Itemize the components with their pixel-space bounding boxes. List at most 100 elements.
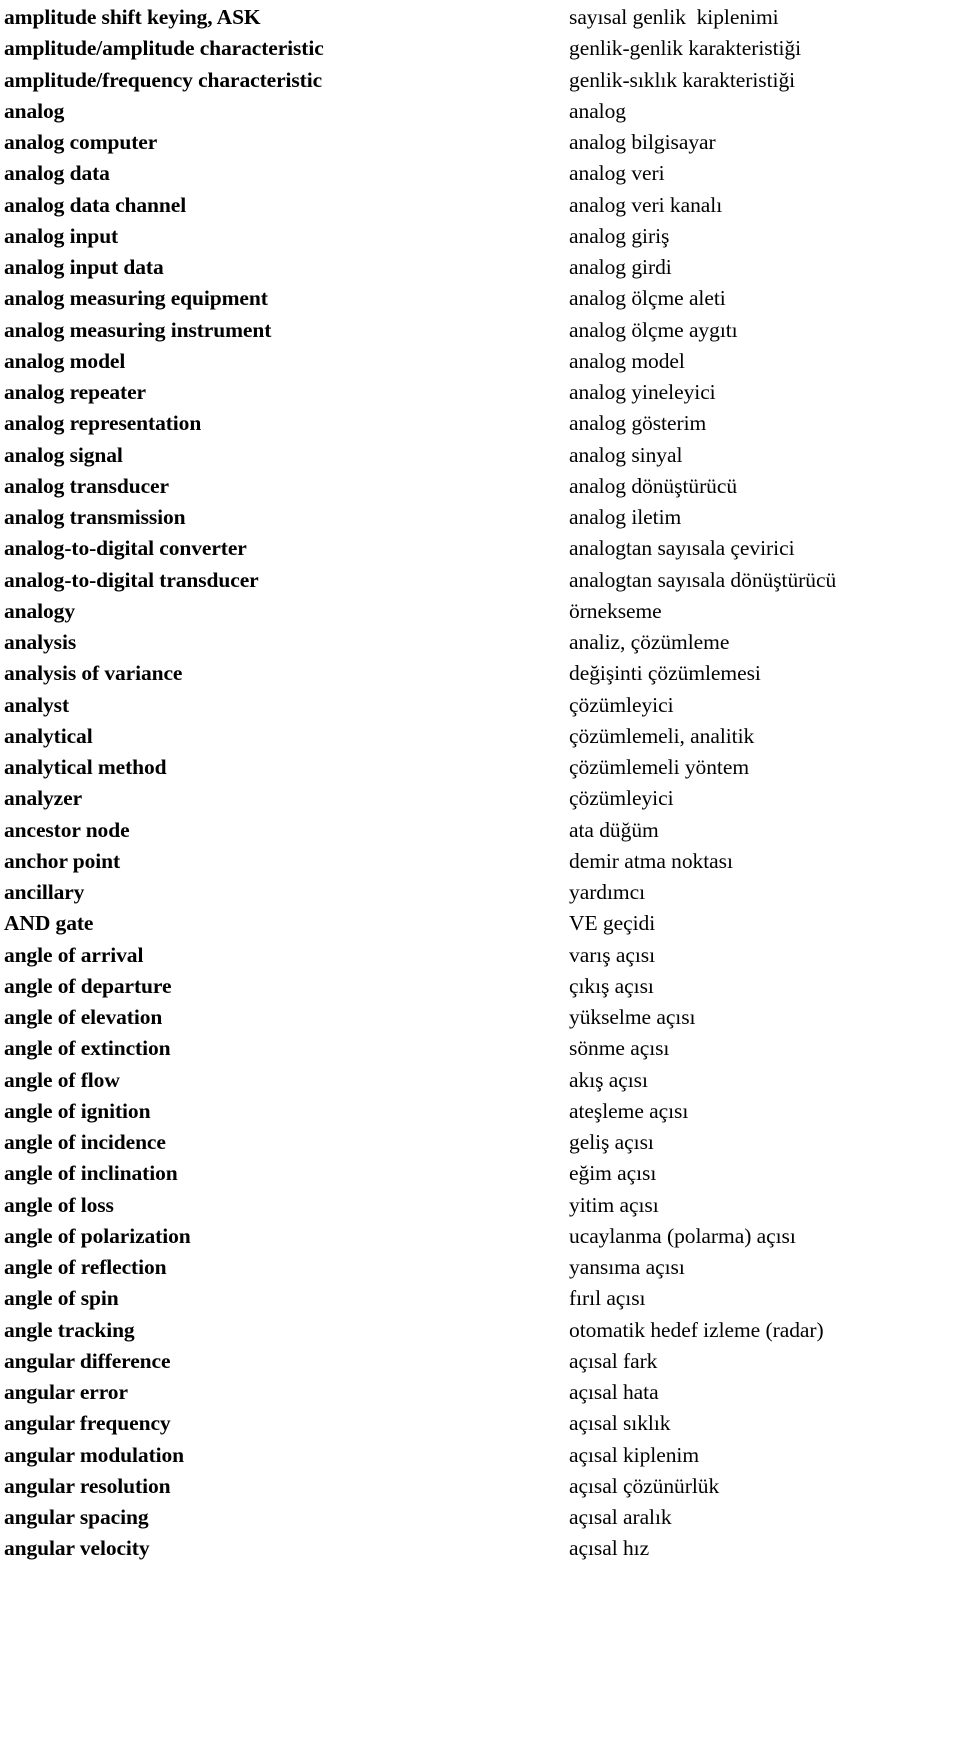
source-term-english: angular frequency xyxy=(4,1411,171,1436)
target-term-turkish: analiz, çözümleme xyxy=(569,630,730,654)
target-term-turkish: ucaylanma (polarma) açısı xyxy=(569,1223,796,1248)
target-term-turkish: çıkış açısı xyxy=(569,973,654,998)
source-term-english: angle of flow xyxy=(4,1067,120,1092)
glossary-page: amplitude shift keying, ASK sayısal genli… xyxy=(0,0,960,1762)
target-term-turkish: değişinti çözümlemesi xyxy=(569,661,761,686)
target-term-turkish: ata düğüm xyxy=(569,817,659,842)
source-term-english: analog data channel xyxy=(4,192,187,217)
target-term-turkish: yardımcı xyxy=(569,880,646,904)
glossary-row: analysis analiz, çözümleme xyxy=(0,627,960,658)
source-term-english: angular spacing xyxy=(4,1505,149,1529)
glossary-row: analog analog xyxy=(0,96,960,127)
glossary-row: analog representation analog gösterim xyxy=(0,408,960,439)
target-term-turkish: analog veri xyxy=(569,161,665,186)
target-term-turkish: akış açısı xyxy=(569,1067,648,1092)
source-term-english: analog-to-digital transducer xyxy=(4,567,259,592)
target-term-turkish: yitim açısı xyxy=(569,1192,659,1217)
target-term-turkish: açısal fark xyxy=(569,1348,658,1373)
source-term-english: analytical xyxy=(4,723,93,748)
target-term-turkish: VE geçidi xyxy=(569,911,656,936)
source-term-english: analog repeater xyxy=(4,380,146,404)
glossary-entry-list: amplitude shift keying, ASK sayısal genli… xyxy=(0,2,960,1565)
glossary-row: analogy örnekseme xyxy=(0,596,960,627)
target-term-turkish: geliş açısı xyxy=(569,1130,654,1154)
target-term-turkish: açısal hız xyxy=(569,1536,650,1561)
target-term-turkish: yansıma açısı xyxy=(569,1255,685,1279)
target-term-turkish: otomatik hedef izleme (radar) xyxy=(569,1317,824,1342)
glossary-row: analog transmission analog iletim xyxy=(0,502,960,533)
source-term-english: analog transducer xyxy=(4,473,169,498)
target-term-turkish: açısal aralık xyxy=(569,1505,672,1529)
glossary-row: analyzer çözümleyici xyxy=(0,783,960,814)
target-term-turkish: varış açısı xyxy=(569,942,656,967)
source-term-english: analog measuring equipment xyxy=(4,286,268,311)
target-term-turkish: açısal kiplenim xyxy=(569,1442,700,1467)
glossary-row: analog data channel analog veri kanalı xyxy=(0,190,960,221)
source-term-english: analytical method xyxy=(4,755,167,779)
glossary-row: analog measuring equipment analog ölçme a… xyxy=(0,283,960,314)
source-term-english: analog signal xyxy=(4,442,123,467)
target-term-turkish: analog ölçme aleti xyxy=(569,286,726,311)
source-term-english: analysis of variance xyxy=(4,661,183,686)
glossary-row: angle of reflection yansıma açısı xyxy=(0,1252,960,1283)
glossary-row: angle of loss yitim açısı xyxy=(0,1190,960,1221)
target-term-turkish: örnekseme xyxy=(569,598,662,623)
target-term-turkish: analog girdi xyxy=(569,255,672,279)
target-term-turkish: analog giriş xyxy=(569,223,670,248)
source-term-english: amplitude shift keying, ASK xyxy=(4,5,261,29)
target-term-turkish: çözümleyici xyxy=(569,786,674,811)
target-term-turkish: analogtan sayısala dönüştürücü xyxy=(569,567,837,592)
target-term-turkish: yükselme açısı xyxy=(569,1005,696,1029)
glossary-row: analog repeater analog yineleyici xyxy=(0,377,960,408)
glossary-row: angle of elevation yükselme açısı xyxy=(0,1002,960,1033)
target-term-turkish: fırıl açısı xyxy=(569,1286,646,1311)
glossary-row: AND gate VE geçidi xyxy=(0,908,960,939)
glossary-row: angle of ignition ateşleme açısı xyxy=(0,1096,960,1127)
glossary-row: analytical çözümlemeli, analitik xyxy=(0,721,960,752)
glossary-row: angular error açısal hata xyxy=(0,1377,960,1408)
source-term-english: analogy xyxy=(4,598,75,623)
target-term-turkish: analogtan sayısala çevirici xyxy=(569,536,795,561)
target-term-turkish: analog veri kanalı xyxy=(569,192,723,217)
source-term-english: angle of spin xyxy=(4,1286,119,1311)
glossary-row: angular difference açısal fark xyxy=(0,1346,960,1377)
glossary-row: angular resolution açısal çözünürlük xyxy=(0,1471,960,1502)
target-term-turkish: analog ölçme aygıtı xyxy=(569,317,738,342)
glossary-row: angle of arrival varış açısı xyxy=(0,940,960,971)
source-term-english: analog input xyxy=(4,223,119,248)
source-term-english: angular error xyxy=(4,1380,128,1404)
source-term-english: angle of inclination xyxy=(4,1161,178,1186)
target-term-turkish: çözümlemeli yöntem xyxy=(569,755,750,779)
source-term-english: angular velocity xyxy=(4,1536,150,1561)
glossary-row: angle of departure çıkış açısı xyxy=(0,971,960,1002)
glossary-row: analog data analog veri xyxy=(0,158,960,189)
target-term-turkish: ateşleme açısı xyxy=(569,1098,689,1123)
glossary-row: amplitude shift keying, ASK sayısal genli… xyxy=(0,2,960,33)
glossary-row: analyst çözümleyici xyxy=(0,690,960,721)
source-term-english: angle of arrival xyxy=(4,942,144,967)
glossary-row: angular spacing açısal aralık xyxy=(0,1502,960,1533)
glossary-row: anchor point demir atma noktası xyxy=(0,846,960,877)
source-term-english: angle of extinction xyxy=(4,1036,171,1061)
glossary-row: amplitude/frequency characteristic genlik… xyxy=(0,65,960,96)
glossary-row: angle of extinction sönme açısı xyxy=(0,1033,960,1064)
source-term-english: angle of loss xyxy=(4,1192,114,1217)
source-term-english: angle of ignition xyxy=(4,1098,151,1123)
target-term-turkish: çözümlemeli, analitik xyxy=(569,723,755,748)
target-term-turkish: analog sinyal xyxy=(569,442,683,467)
target-term-turkish: sayısal genlik kiplenimi xyxy=(569,5,779,29)
source-term-english: analog representation xyxy=(4,411,202,436)
source-term-english: AND gate xyxy=(4,911,94,936)
glossary-row: analog model analog model xyxy=(0,346,960,377)
source-term-english: anchor point xyxy=(4,848,121,873)
target-term-turkish: açısal çözünürlük xyxy=(569,1473,720,1498)
source-term-english: angle of incidence xyxy=(4,1130,166,1154)
glossary-row: analog input data analog girdi xyxy=(0,252,960,283)
source-term-english: analog data xyxy=(4,161,110,186)
source-term-english: amplitude/frequency characteristic xyxy=(4,67,323,92)
target-term-turkish: analog dönüştürücü xyxy=(569,473,738,498)
source-term-english: angle of polarization xyxy=(4,1223,191,1248)
source-term-english: angle of elevation xyxy=(4,1005,163,1029)
target-term-turkish: analog bilgisayar xyxy=(569,130,716,154)
source-term-english: analog computer xyxy=(4,130,158,154)
